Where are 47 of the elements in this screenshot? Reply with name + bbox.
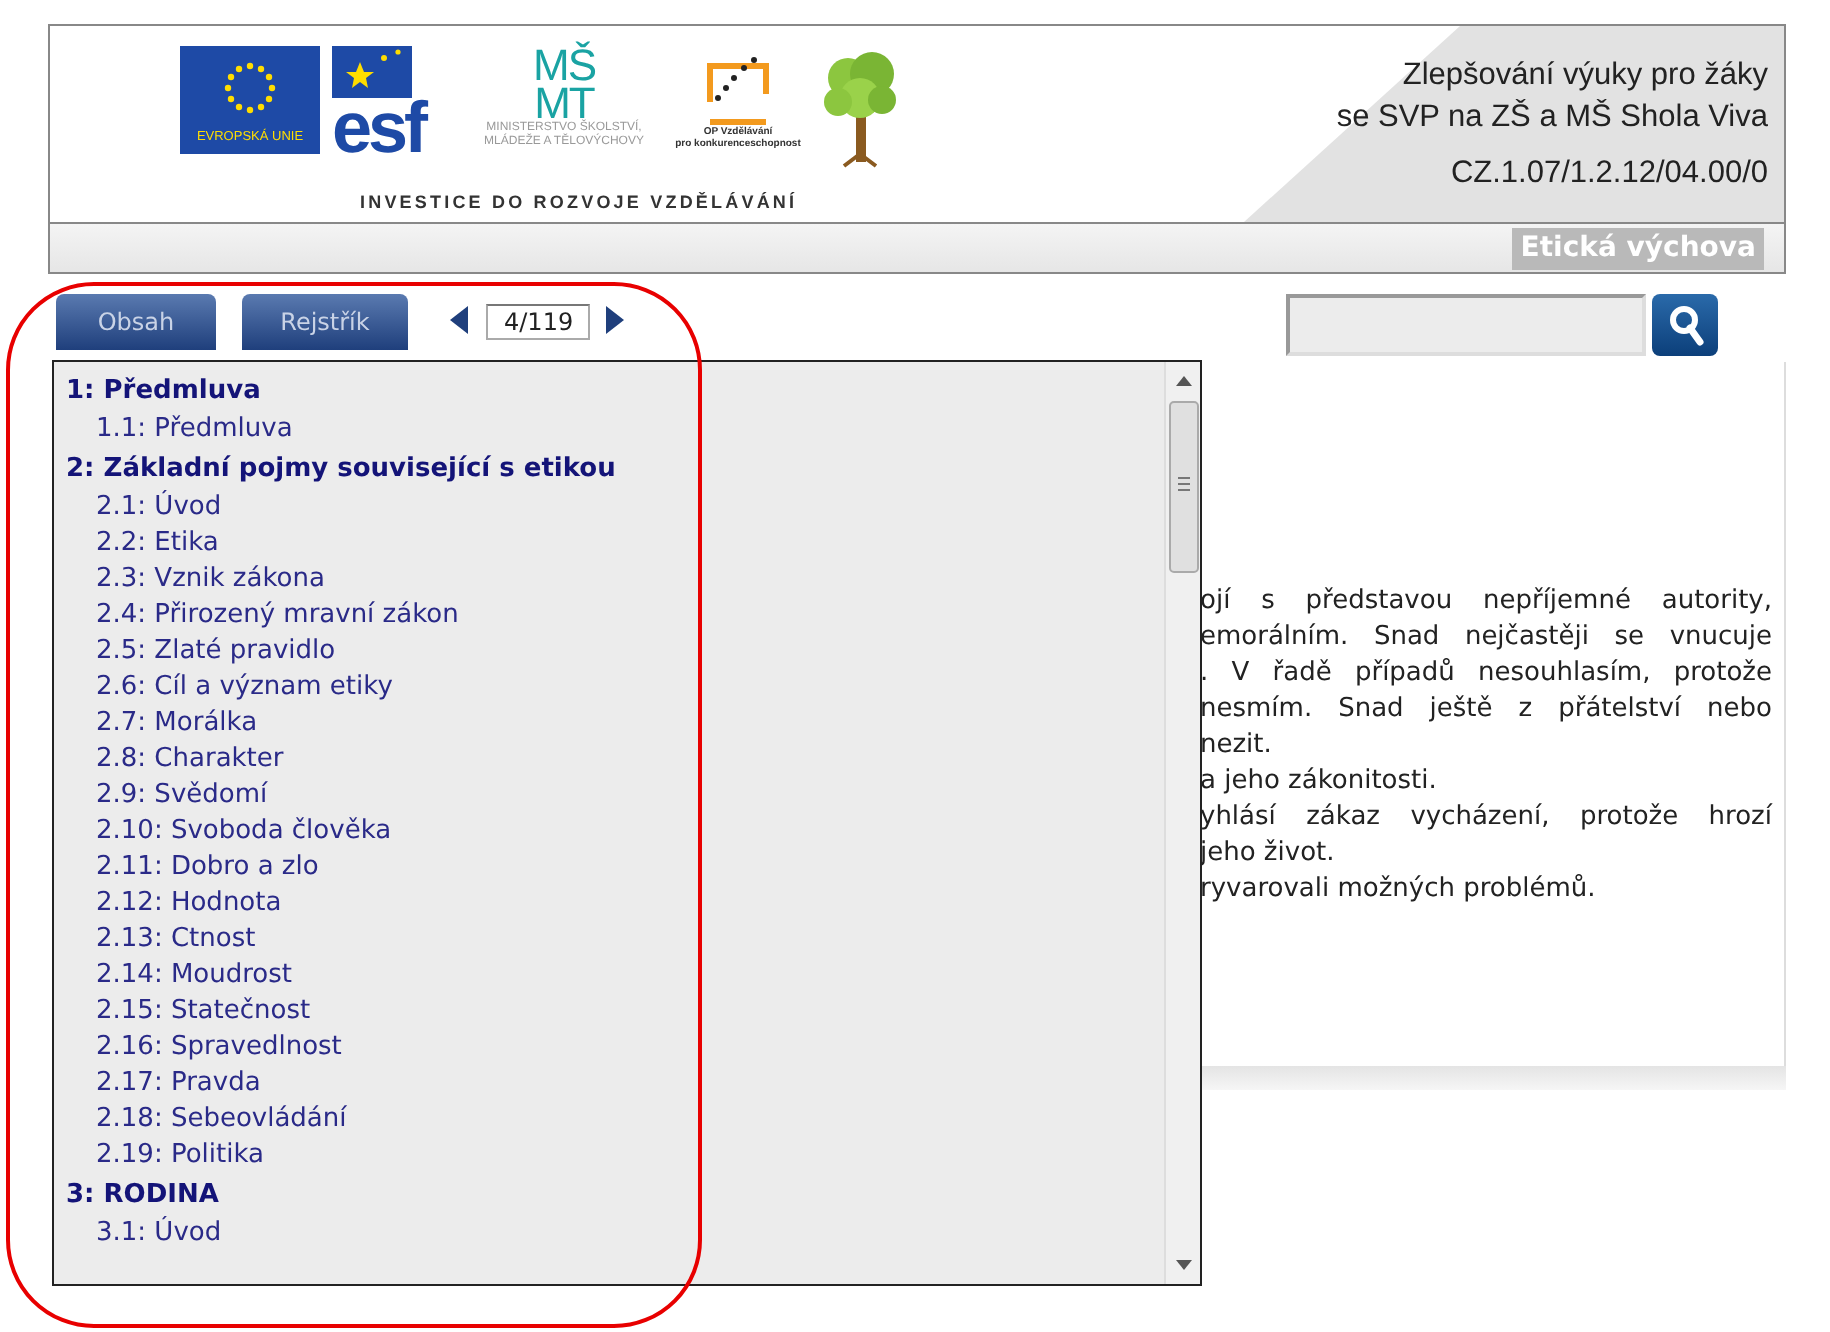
contents-item[interactable]: 2.2: Etika: [96, 526, 219, 562]
contents-item[interactable]: 2.5: Zlaté pravidlo: [96, 634, 336, 670]
slogan: INVESTICE DO ROZVOJE VZDĚLÁVÁNÍ: [360, 190, 798, 216]
text-line: nezit.: [1200, 728, 1274, 764]
text-line: emorálním. Snad nejčastěji se vnucuje: [1200, 620, 1772, 656]
project-code: CZ.1.07/1.2.12/04.00/0: [1450, 154, 1768, 194]
project-title: Zlepšování výuky pro žáky se SVP na ZŠ a MŠ Shola Viva: [1336, 56, 1768, 138]
search-field[interactable]: [1286, 294, 1646, 356]
text-line: ryvarovali možných problémů.: [1200, 872, 1598, 908]
esf-logo: esf: [332, 46, 460, 158]
text-line: a jeho zákonitosti.: [1200, 764, 1439, 800]
contents-item[interactable]: 2.16: Spravedlnost: [96, 1030, 342, 1066]
contents-item[interactable]: 2.13: Ctnost: [96, 922, 256, 958]
contents-item[interactable]: 2.11: Dobro a zlo: [96, 850, 319, 886]
tab[interactable]: Rejstřík: [242, 294, 408, 350]
contents-item[interactable]: 2.6: Cíl a význam etiky: [96, 670, 393, 706]
contents-item[interactable]: 2.14: Moudrost: [96, 958, 293, 994]
scrollbar[interactable]: [1164, 362, 1200, 1284]
contents-item[interactable]: 2.10: Svoboda člověka: [96, 814, 392, 850]
contents-item[interactable]: 3.1: Úvod: [96, 1216, 222, 1252]
contents-item[interactable]: 2.12: Hodnota: [96, 886, 282, 922]
contents-item[interactable]: 2.17: Pravda: [96, 1066, 261, 1102]
contents-item[interactable]: 2.4: Přirozený mravní zákon: [96, 598, 459, 634]
contents-item[interactable]: 2.18: Sebeovládání: [96, 1102, 347, 1138]
subject-title: Etická výchova: [1512, 227, 1764, 269]
page-field[interactable]: 4/119: [486, 304, 590, 340]
previous-icon[interactable]: [450, 306, 468, 334]
text-line: yhlásí zákaz vycházení, protože hrozí: [1200, 800, 1772, 836]
contents-item[interactable]: 2.1: Úvod: [96, 490, 222, 526]
contents-item[interactable]: 2.15: Statečnost: [96, 994, 311, 1030]
contents-heading[interactable]: 2: Základní pojmy související s etikou: [66, 448, 616, 490]
contents-heading[interactable]: 1: Předmluva: [66, 370, 261, 412]
contents-item[interactable]: 2.8: Charakter: [96, 742, 284, 778]
contents-item[interactable]: 2.7: Morálka: [96, 706, 258, 742]
contents-item[interactable]: 1.1: Předmluva: [96, 412, 293, 448]
contents-item[interactable]: 2.9: Svědomí: [96, 778, 268, 814]
text-line: jeho život.: [1200, 836, 1337, 872]
text-line: nesmím. Snad ještě z přátelství nebo: [1200, 692, 1772, 728]
contents-item[interactable]: 2.19: Politika: [96, 1138, 264, 1174]
tab[interactable]: Obsah: [56, 294, 216, 350]
next-icon[interactable]: [606, 306, 624, 334]
text-line: . V řadě případů nesouhlasím, protože: [1200, 656, 1772, 692]
text-line: ojí s představou nepříjemné autority,: [1200, 584, 1772, 620]
contents-item[interactable]: 2.3: Vznik zákona: [96, 562, 325, 598]
contents-heading[interactable]: 3: RODINA: [66, 1174, 219, 1216]
search-button[interactable]: [1652, 294, 1718, 356]
search-icon: [1665, 303, 1705, 347]
